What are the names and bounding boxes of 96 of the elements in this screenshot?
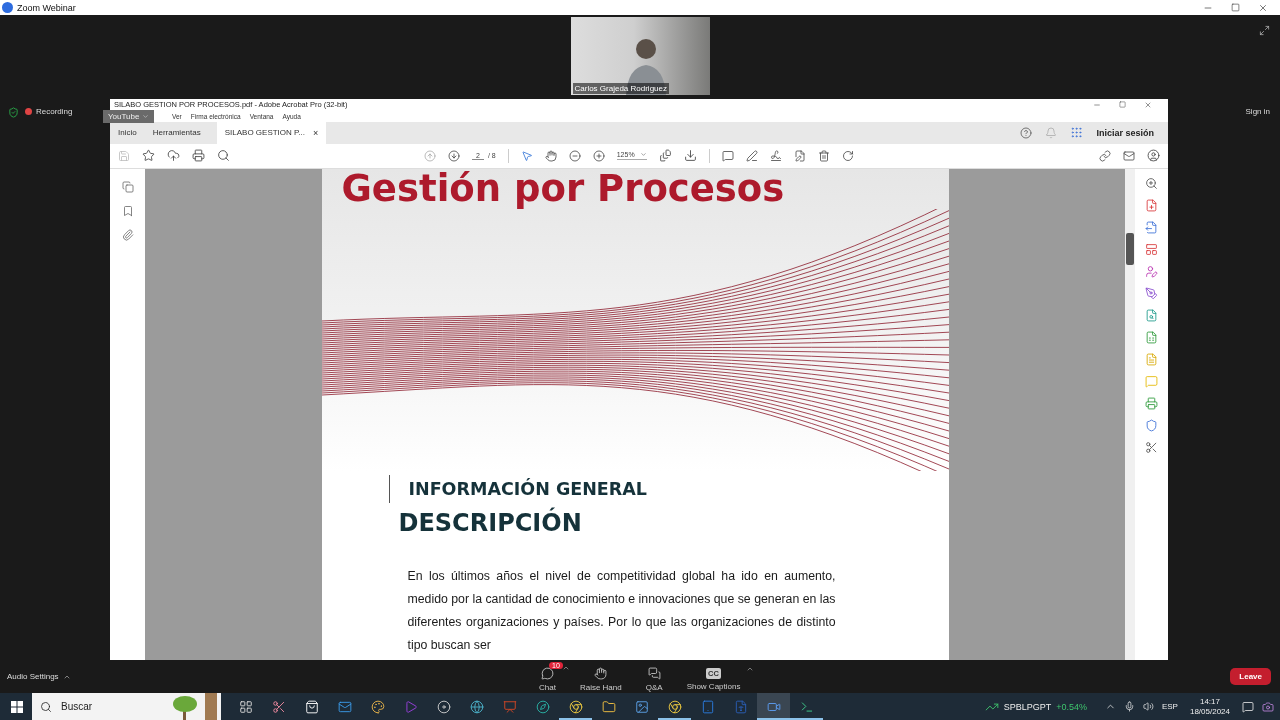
scrollbar[interactable] — [1125, 168, 1135, 660]
search-icon — [40, 700, 52, 713]
user-pen-icon[interactable] — [1145, 264, 1158, 278]
hand-icon — [594, 666, 608, 680]
speaker-name: Carlos Grajeda Rodriguez — [572, 83, 669, 94]
browser-icon[interactable] — [568, 699, 583, 714]
file-plus-icon[interactable] — [1145, 198, 1158, 212]
spreadsheet-icon[interactable] — [1145, 330, 1158, 344]
zoom-in-icon[interactable] — [592, 149, 605, 162]
microphone-icon[interactable] — [1123, 701, 1135, 712]
app-logo-icon — [2, 2, 13, 13]
search-field[interactable]: Buscar — [32, 693, 221, 720]
page-layout-icon[interactable] — [658, 149, 672, 163]
signature-icon[interactable] — [769, 149, 782, 162]
audio-settings-button[interactable]: Audio Settings — [0, 672, 527, 681]
zoom-in-icon[interactable] — [1145, 176, 1158, 190]
paperclip-icon[interactable] — [121, 228, 134, 241]
arrow-down-icon[interactable] — [448, 149, 460, 162]
tab[interactable]: Inicio — [110, 121, 145, 144]
link-icon[interactable] — [1099, 149, 1111, 162]
layout-icon[interactable] — [1145, 242, 1158, 256]
apps-grid-icon[interactable] — [1070, 126, 1084, 140]
meeting-control-button[interactable]: Q&A — [633, 661, 675, 692]
comment-icon[interactable] — [721, 149, 734, 162]
document-title: Gestión por Procesos — [340, 168, 786, 209]
shield-check-icon — [8, 106, 19, 118]
star-icon[interactable] — [142, 149, 155, 163]
folder-icon[interactable] — [601, 699, 616, 714]
cloud-upload-icon[interactable] — [167, 149, 180, 163]
assistant-icon[interactable] — [1262, 700, 1274, 713]
trash-icon[interactable] — [817, 149, 830, 162]
printer-icon[interactable] — [1145, 396, 1158, 410]
rotate-icon[interactable] — [841, 149, 854, 162]
pages-icon[interactable] — [121, 180, 134, 193]
expand-icon[interactable] — [1259, 25, 1270, 36]
compass-icon[interactable] — [535, 699, 550, 714]
play-icon[interactable] — [403, 699, 418, 714]
pointer-icon[interactable] — [520, 149, 533, 162]
stock-symbol: SPBLPGPT — [1003, 701, 1052, 712]
browser-icon[interactable] — [667, 699, 682, 714]
document-icon[interactable] — [733, 699, 748, 714]
section-heading: DESCRIPCIÓN — [398, 508, 583, 537]
paragraph: En los últimos años el nivel de competitividad global ha ido en aumento, medido por la cantidad de conocimiento e innovaciones que se generan en las diferentes organizaciones y países. Por lo que las organizaciones de distinto tipo buscan ser — [407, 567, 836, 654]
hand-icon[interactable] — [544, 149, 557, 162]
meeting-control-button[interactable]: Raise Hand — [567, 661, 634, 692]
sign-in-link[interactable]: Iniciar sesión — [1096, 127, 1154, 138]
caret-icon — [639, 151, 647, 159]
stock-change: +0.54% — [1056, 701, 1087, 712]
recording-status: Recording — [25, 106, 73, 116]
mail-icon[interactable] — [337, 699, 352, 714]
file-export-icon[interactable] — [1145, 220, 1158, 234]
image-icon[interactable] — [634, 699, 649, 714]
edit-file-icon[interactable] — [793, 149, 806, 162]
download-icon[interactable] — [683, 149, 697, 163]
window-title: Zoom Webinar — [17, 2, 76, 13]
sign-in-link[interactable]: Sign in — [1245, 106, 1270, 116]
search-icon[interactable] — [217, 149, 230, 163]
maximize-icon[interactable] — [1119, 100, 1126, 108]
shield-icon[interactable] — [1145, 418, 1158, 432]
speaker-icon[interactable] — [1142, 701, 1154, 712]
close-tab-button[interactable]: × — [313, 127, 319, 138]
start-icon[interactable] — [11, 700, 23, 713]
notification-icon[interactable] — [1242, 700, 1254, 713]
zoom-out-icon[interactable] — [568, 149, 581, 162]
scissors-icon[interactable] — [1145, 440, 1158, 454]
caret-icon — [142, 113, 150, 120]
close-icon[interactable] — [1144, 100, 1152, 109]
maximize-icon[interactable] — [1231, 2, 1240, 12]
help-icon[interactable] — [1020, 126, 1033, 139]
tab[interactable]: SILABO GESTION P... × — [216, 121, 327, 144]
disc-icon[interactable] — [436, 699, 451, 714]
terminal-icon[interactable] — [799, 699, 814, 714]
close-icon[interactable] — [1258, 2, 1268, 13]
language-indicator[interactable]: ESP — [1161, 702, 1178, 711]
clock-time[interactable]: 14:17 — [1199, 696, 1220, 707]
chat-bubbles-icon — [647, 666, 661, 680]
task-view-icon[interactable] — [238, 699, 253, 714]
leave-button[interactable]: Leave — [1230, 668, 1271, 685]
pen-tool-icon[interactable] — [1145, 286, 1158, 300]
stream-dropdown[interactable]: YouTube — [103, 110, 155, 123]
user-icon[interactable] — [1147, 149, 1160, 163]
mail-icon[interactable] — [1123, 149, 1135, 162]
bookmark-icon[interactable] — [121, 204, 134, 217]
palette-icon[interactable] — [370, 699, 385, 714]
bag-icon[interactable] — [304, 699, 319, 714]
printer-icon[interactable] — [192, 149, 205, 163]
chat-icon — [540, 666, 554, 680]
section-title: INFORMACIÓN GENERAL — [388, 474, 647, 503]
scissors-icon[interactable] — [271, 699, 286, 714]
clock-date[interactable]: 18/05/2024 — [1189, 706, 1230, 717]
tab[interactable]: Herramientas — [144, 121, 209, 144]
pen-icon[interactable] — [745, 149, 758, 162]
file-search-icon[interactable] — [1145, 308, 1158, 322]
tablet-icon[interactable] — [700, 699, 715, 714]
presentation-icon[interactable] — [502, 699, 517, 714]
globe-icon[interactable] — [469, 699, 484, 714]
